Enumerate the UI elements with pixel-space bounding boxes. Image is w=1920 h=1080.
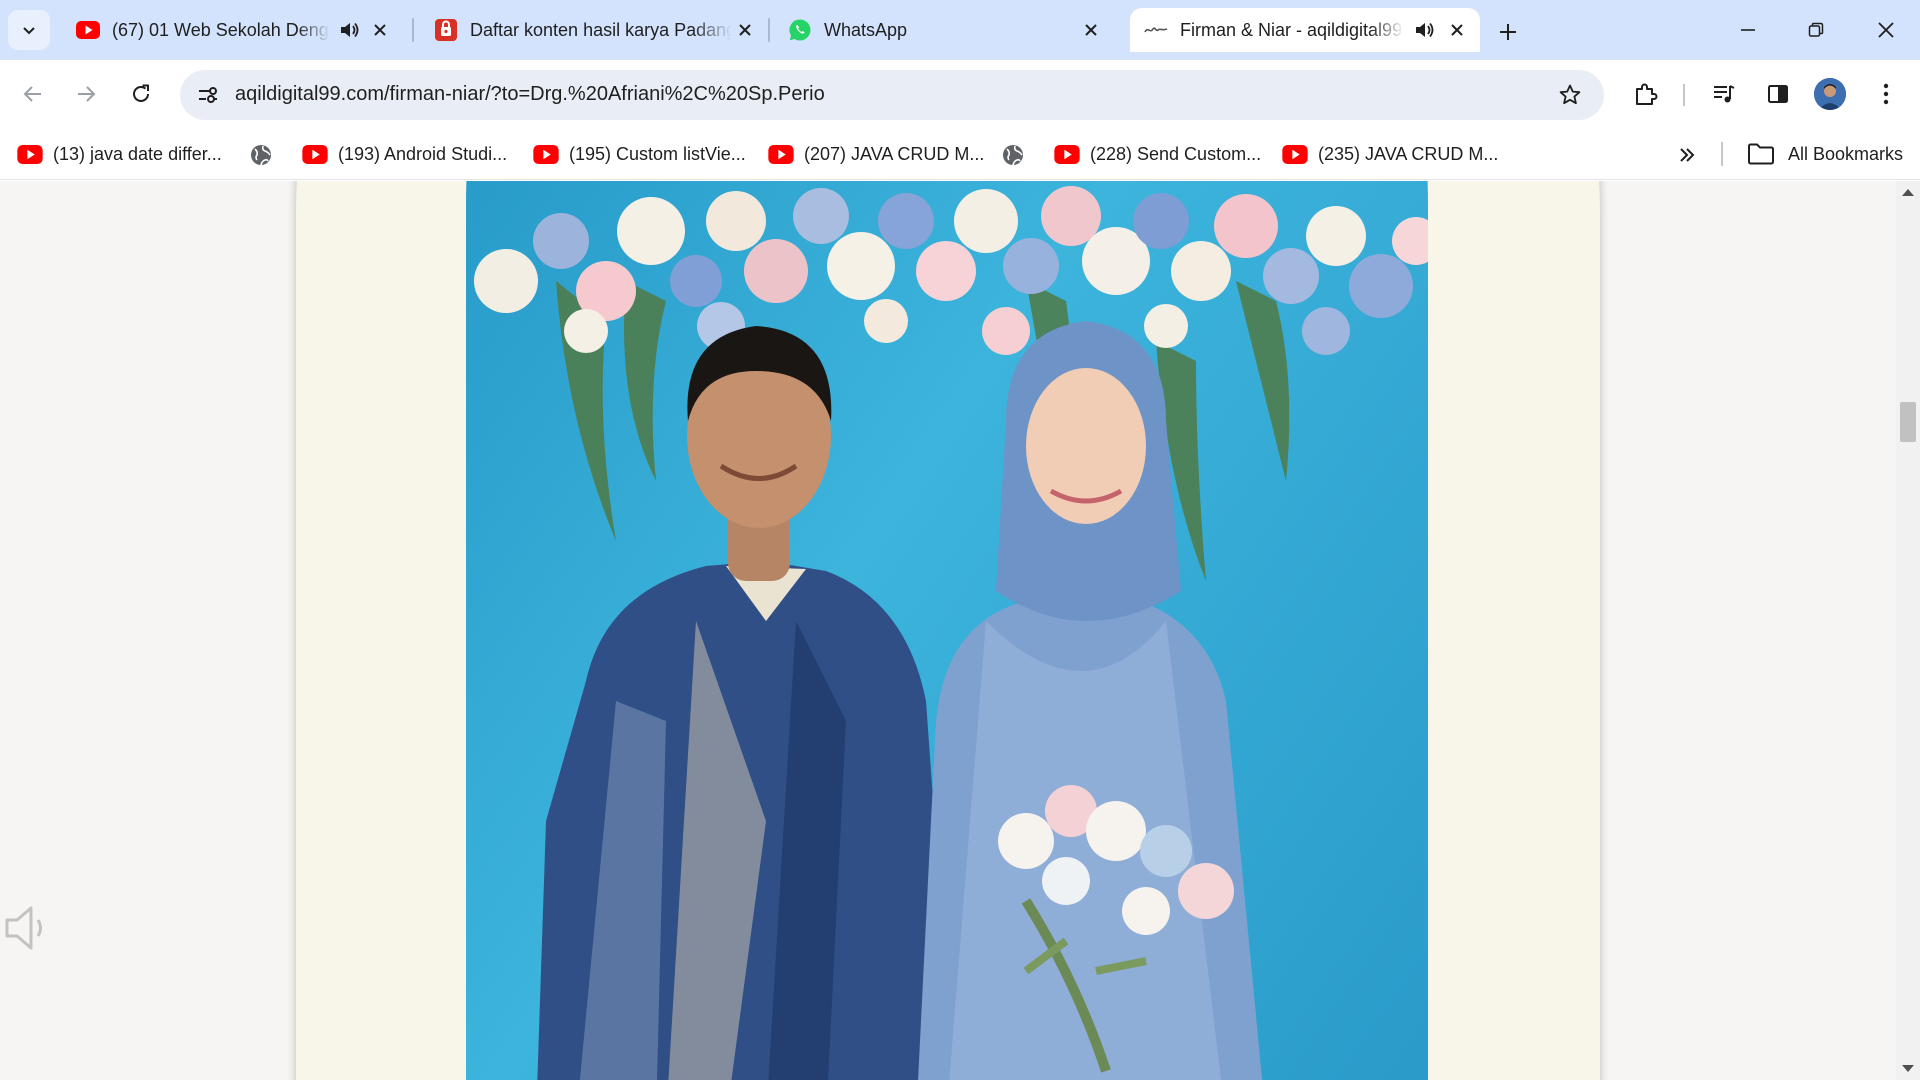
- youtube-icon: [1282, 144, 1308, 164]
- all-bookmarks-button[interactable]: All Bookmarks: [1746, 140, 1903, 168]
- bookmark-item[interactable]: (193) Android Studi...: [302, 140, 507, 168]
- globe-icon[interactable]: [248, 142, 274, 168]
- youtube-icon: [76, 18, 100, 42]
- youtube-icon: [533, 144, 559, 164]
- bookmark-label: (195) Custom listVie...: [569, 143, 746, 164]
- close-icon[interactable]: [1444, 17, 1470, 43]
- bookmark-label: (228) Send Custom...: [1090, 143, 1262, 164]
- arrow-left-icon: [23, 86, 41, 102]
- reload-button[interactable]: [121, 74, 161, 114]
- browser-toolbar: aqildigital99.com/firman-niar/?to=Drg.%2…: [0, 60, 1920, 128]
- tab-firman-niar[interactable]: Firman & Niar - aqildigital99: [1130, 8, 1480, 52]
- extensions-button[interactable]: [1626, 74, 1666, 114]
- tab-strip: (67) 01 Web Sekolah Dengan Daftar konten…: [0, 0, 1920, 60]
- minimize-icon: [1741, 29, 1755, 31]
- forward-button[interactable]: [66, 74, 106, 114]
- side-panel-button[interactable]: [1758, 74, 1798, 114]
- bookmark-item[interactable]: (228) Send Custom...: [1054, 140, 1261, 168]
- back-button[interactable]: [13, 74, 53, 114]
- bookmark-label: (235) JAVA CRUD M...: [1318, 143, 1499, 164]
- page-viewport: [0, 181, 1920, 1080]
- bookmark-item[interactable]: (235) JAVA CRUD M...: [1282, 140, 1498, 168]
- youtube-icon: [302, 144, 328, 164]
- media-control-button[interactable]: [1704, 74, 1744, 114]
- arrow-right-icon: [78, 86, 96, 102]
- bookmarks-divider: [1721, 142, 1723, 166]
- minimize-button[interactable]: [1714, 0, 1782, 60]
- youtube-icon: [17, 144, 43, 164]
- profile-avatar[interactable]: [1814, 78, 1846, 110]
- tab-youtube-web-sekolah[interactable]: (67) 01 Web Sekolah Dengan: [62, 8, 402, 52]
- tab-title: WhatsApp: [824, 19, 908, 40]
- chevron-down-icon: [23, 27, 35, 35]
- audio-toggle-button[interactable]: [2, 898, 52, 958]
- bookmarks-bar: (13) java date differ... (193) Android S…: [0, 128, 1920, 180]
- close-icon[interactable]: [368, 17, 392, 43]
- new-tab-button[interactable]: [1490, 14, 1526, 50]
- restore-icon: [1808, 22, 1824, 37]
- signature-icon: [1144, 18, 1168, 42]
- tab-title: (67) 01 Web Sekolah Dengan: [112, 19, 330, 40]
- app-icon: [434, 18, 458, 42]
- bookmark-item[interactable]: (195) Custom listVie...: [533, 140, 746, 168]
- side-panel-icon: [1768, 85, 1788, 103]
- all-bookmarks-label: All Bookmarks: [1788, 143, 1904, 164]
- tab-separator: [768, 18, 770, 42]
- reload-icon: [133, 84, 149, 102]
- youtube-icon: [768, 144, 794, 164]
- globe-icon[interactable]: [1000, 142, 1026, 168]
- folder-icon: [1746, 142, 1776, 166]
- plus-icon: [1500, 24, 1516, 40]
- tab-title: Firman & Niar - aqildigital99: [1180, 19, 1403, 40]
- speaker-icon[interactable]: [1412, 18, 1436, 42]
- bookmark-label: (193) Android Studi...: [338, 143, 508, 164]
- bookmark-label: (207) JAVA CRUD M...: [804, 143, 985, 164]
- tab-whatsapp[interactable]: WhatsApp: [774, 8, 1114, 52]
- bookmark-label: (13) java date differ...: [53, 143, 222, 164]
- youtube-icon: [1054, 144, 1080, 164]
- whatsapp-icon: [788, 18, 812, 42]
- tab-title: Daftar konten hasil karya Padang: [470, 19, 733, 40]
- scroll-up-arrow[interactable]: [1902, 189, 1914, 196]
- page-scrollbar[interactable]: [1896, 181, 1920, 1080]
- couple-photo: [466, 181, 1428, 1080]
- site-settings-icon[interactable]: [190, 77, 226, 113]
- close-window-button[interactable]: [1852, 0, 1920, 60]
- bookmark-star-icon[interactable]: [1552, 77, 1588, 113]
- close-icon[interactable]: [1078, 17, 1104, 43]
- close-icon: [1878, 22, 1894, 38]
- restore-button[interactable]: [1782, 0, 1850, 60]
- close-icon[interactable]: [732, 17, 758, 43]
- speaker-muted-icon: [5, 906, 42, 950]
- tab-search-button[interactable]: [8, 10, 50, 50]
- tab-separator: [412, 18, 414, 42]
- menu-button[interactable]: [1866, 74, 1906, 114]
- more-vertical-icon: [1883, 83, 1889, 105]
- speaker-icon[interactable]: [338, 18, 360, 42]
- tab-daftar-konten[interactable]: Daftar konten hasil karya Padang: [420, 8, 768, 52]
- puzzle-icon: [1636, 83, 1658, 105]
- chevron-double-right-icon[interactable]: [1674, 142, 1700, 168]
- scroll-thumb[interactable]: [1900, 402, 1916, 442]
- bookmark-item[interactable]: (207) JAVA CRUD M...: [768, 140, 984, 168]
- scroll-down-arrow[interactable]: [1902, 1065, 1914, 1072]
- media-queue-icon: [1714, 85, 1735, 103]
- toolbar-divider: [1683, 84, 1685, 106]
- bookmark-item[interactable]: (13) java date differ...: [17, 140, 222, 168]
- address-url[interactable]: aqildigital99.com/firman-niar/?to=Drg.%2…: [235, 83, 825, 106]
- address-bar[interactable]: aqildigital99.com/firman-niar/?to=Drg.%2…: [180, 70, 1604, 120]
